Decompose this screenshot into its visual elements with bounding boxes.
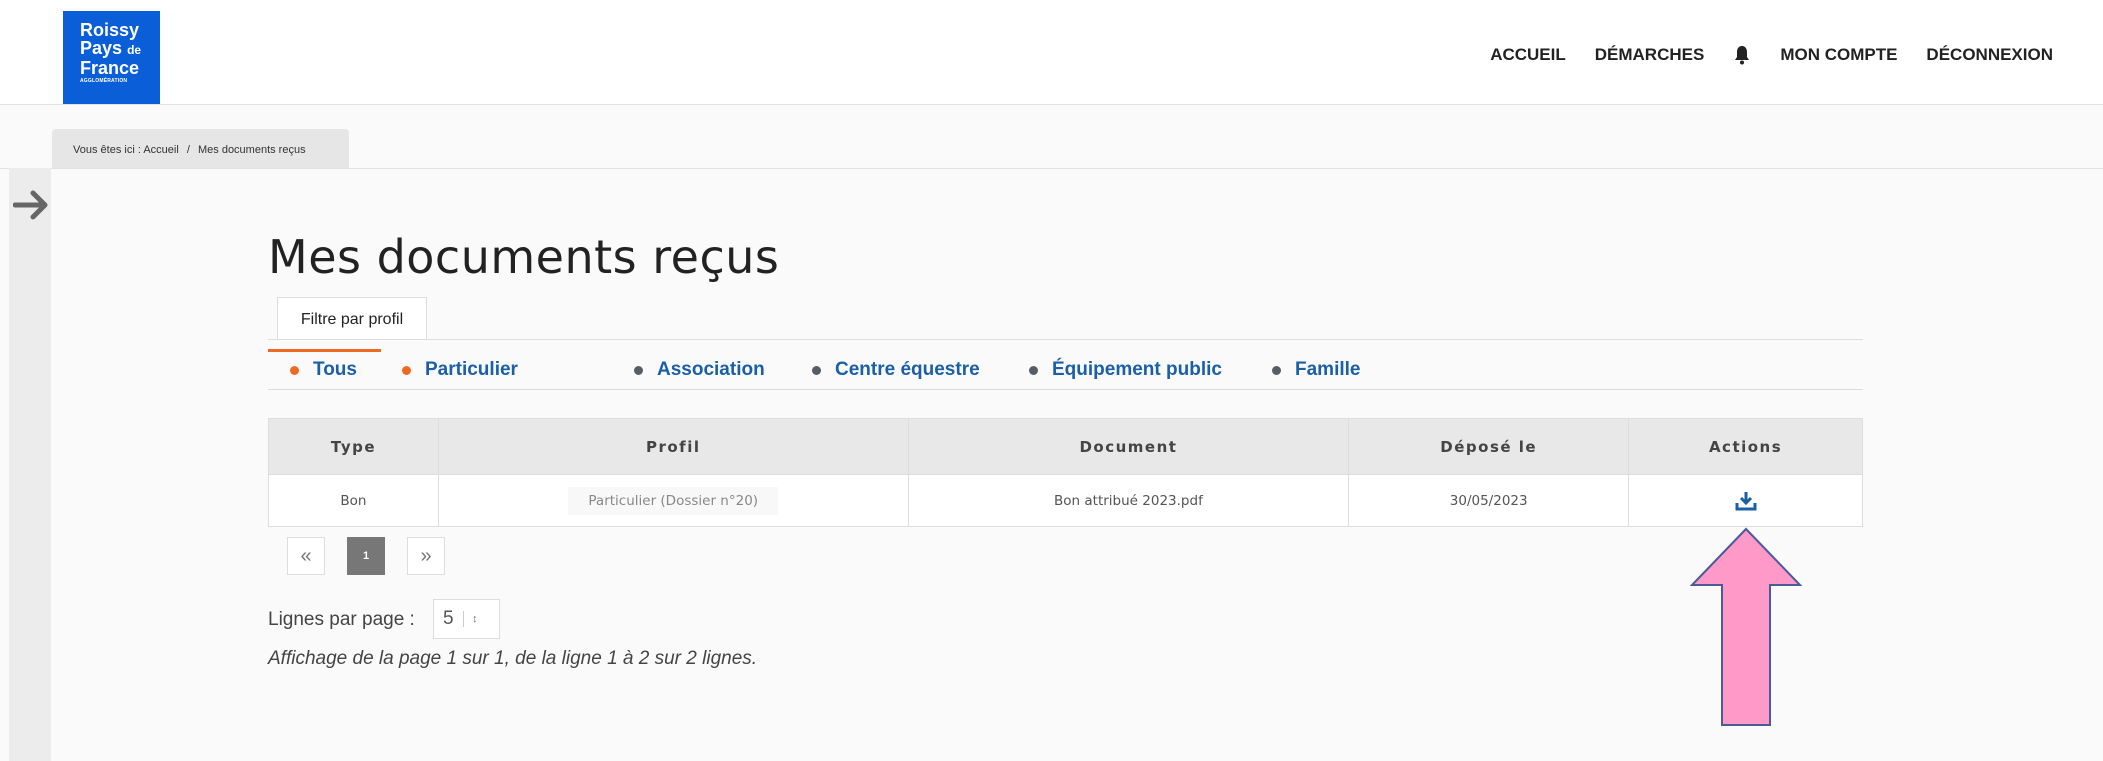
cell-type: Bon (268, 474, 439, 527)
nav-mon-compte[interactable]: MON COMPTE (1780, 45, 1897, 65)
dot-icon (1272, 365, 1281, 375)
profile-filter-equipement-public[interactable]: Équipement public (1029, 358, 1222, 382)
breadcrumb-home-link[interactable]: Accueil (143, 144, 178, 156)
select-divider (463, 611, 464, 627)
tab-filtre-par-profil[interactable]: Filtre par profil (277, 297, 427, 339)
arrow-right-icon[interactable] (13, 189, 51, 221)
profile-filter-label: Famille (1295, 359, 1361, 380)
dot-icon (402, 365, 411, 375)
nav-deconnexion[interactable]: DÉCONNEXION (1926, 45, 2053, 65)
download-icon[interactable] (1735, 491, 1757, 511)
annotation-arrow-icon (1690, 527, 1802, 726)
column-header-profil[interactable]: Profil (437, 418, 909, 475)
table-row: Bon Particulier (Dossier n°20) Bon attri… (268, 474, 1863, 527)
logo-tagline: AGGLOMÉRATION (80, 78, 128, 84)
profile-filter-tous[interactable]: Tous (290, 358, 357, 382)
column-header-actions: Actions (1628, 418, 1863, 475)
top-header: Roissy Pays de France AGGLOMÉRATION ACCU… (0, 0, 2103, 105)
cell-depose-le: 30/05/2023 (1348, 474, 1630, 527)
nav-demarches[interactable]: DÉMARCHES (1595, 45, 1705, 65)
profile-filter-label: Centre équestre (835, 359, 980, 380)
dot-icon (1029, 365, 1038, 375)
cell-profil: Particulier (Dossier n°20) (437, 474, 909, 527)
pagination-summary: Affichage de la page 1 sur 1, de la lign… (268, 648, 758, 669)
page-title: Mes documents reçus (268, 230, 780, 284)
rows-per-page-value: 5 (443, 608, 454, 629)
profile-filter-label: Particulier (425, 359, 518, 380)
logo-line-3: France (80, 58, 140, 78)
pagination-page-button[interactable]: 1 (347, 537, 385, 575)
breadcrumb-prefix: Vous êtes ici : (73, 144, 141, 156)
profile-filter-divider (268, 389, 1863, 390)
main-nav: ACCUEIL DÉMARCHES MON COMPTE DÉCONNEXION (1461, 45, 2053, 65)
profile-filter-association[interactable]: Association (634, 358, 765, 382)
dot-icon (634, 365, 643, 375)
column-header-type[interactable]: Type (268, 418, 439, 475)
profile-filter-particulier[interactable]: Particulier (402, 358, 518, 382)
pagination-next-button[interactable]: » (407, 537, 445, 575)
cell-document: Bon attribué 2023.pdf (907, 474, 1350, 527)
column-header-depose-le[interactable]: Déposé le (1348, 418, 1630, 475)
breadcrumb-separator: / (186, 144, 190, 156)
profile-filter-centre-equestre[interactable]: Centre équestre (812, 358, 980, 382)
documents-table: Type Profil Document Déposé le Actions B… (268, 418, 1863, 527)
dot-icon (812, 365, 821, 375)
active-profile-indicator (268, 349, 381, 352)
breadcrumb-divider (0, 168, 2103, 169)
profile-filter-label: Tous (313, 359, 357, 380)
profile-filter-label: Équipement public (1052, 359, 1222, 380)
rows-per-page-label: Lignes par page : (268, 609, 415, 630)
logo-line-2: Pays de (80, 38, 142, 58)
breadcrumb: Vous êtes ici : Accueil / Mes documents … (52, 129, 349, 168)
roissy-logo[interactable]: Roissy Pays de France AGGLOMÉRATION (63, 11, 160, 104)
table-header-row: Type Profil Document Déposé le Actions (268, 418, 1863, 475)
profile-chip: Particulier (Dossier n°20) (568, 486, 779, 515)
cell-actions (1628, 474, 1863, 527)
left-side-rail (9, 168, 51, 761)
bell-icon[interactable] (1733, 45, 1751, 65)
pagination-prev-button[interactable]: « (287, 537, 325, 575)
nav-accueil[interactable]: ACCUEIL (1490, 45, 1566, 65)
rows-per-page-select[interactable]: 5 ↕ (433, 599, 500, 639)
logo-line-1: Roissy (80, 20, 140, 40)
chevron-up-down-icon: ↕ (472, 613, 478, 625)
profile-filter-famille[interactable]: Famille (1272, 358, 1360, 382)
profile-filter-label: Association (657, 359, 765, 380)
column-header-document[interactable]: Document (907, 418, 1350, 475)
filter-divider (268, 339, 1863, 340)
dot-icon (290, 365, 299, 375)
breadcrumb-current: Mes documents reçus (197, 144, 306, 156)
